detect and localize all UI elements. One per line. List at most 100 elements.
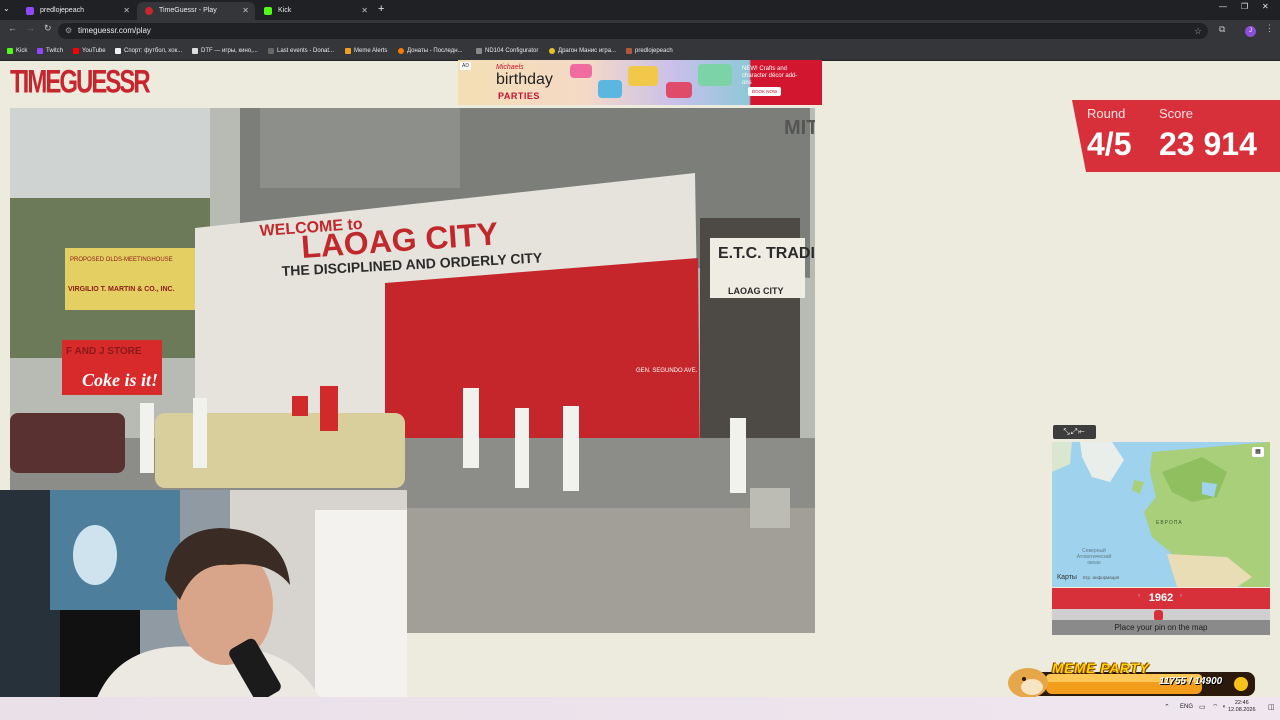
- notifications-icon[interactable]: ◫: [1268, 703, 1275, 711]
- year-display: ‹ 1962 ›: [1052, 588, 1270, 609]
- map-label-ocean: Северный Атлантический океан: [1076, 548, 1112, 566]
- bookmark-donations[interactable]: Донаты - Последн...: [398, 45, 463, 57]
- sign-etc: E.T.C. TRADING: [718, 245, 815, 262]
- score-label: Score: [1159, 106, 1193, 121]
- sign-mit: MIT: [784, 117, 815, 139]
- tray-expand-icon[interactable]: ⌃: [1164, 703, 1170, 711]
- minimize-button[interactable]: —: [1219, 2, 1227, 11]
- clock-date: 12.08.2026: [1228, 707, 1256, 713]
- dtf-icon: [192, 48, 198, 54]
- profile-avatar[interactable]: J: [1245, 26, 1256, 37]
- bookmark-kick[interactable]: Kick: [7, 45, 27, 57]
- ad-product-image: [570, 64, 592, 78]
- address-bar[interactable]: ⚙ timeguessr.com/play ☆: [58, 23, 1208, 39]
- ad-product-image: [598, 80, 622, 98]
- kick-icon: [264, 7, 272, 15]
- taskbar-clock[interactable]: 22:46 12.08.2026: [1228, 700, 1256, 714]
- ad-title: birthday: [496, 71, 553, 88]
- ad-copy: NEW! Crafts and character décor add-ons: [742, 66, 798, 86]
- timeguessr-logo[interactable]: TIMEGUESSR: [10, 66, 151, 98]
- bookmark-sport[interactable]: Спорт: футбол, хок...: [115, 45, 182, 57]
- meme-party-count: 11755 / 14900: [1159, 676, 1223, 687]
- close-icon[interactable]: ✕: [123, 2, 130, 20]
- youtube-icon: [73, 48, 79, 54]
- ad-banner[interactable]: AD Michaels birthday PARTIES NEW! Crafts…: [458, 60, 822, 105]
- sign-street: GEN. SEGUNDO AVE.: [636, 368, 698, 374]
- bookmark-youtube[interactable]: YouTube: [73, 45, 106, 57]
- twitch-icon: [37, 48, 43, 54]
- ad-product-image: [628, 66, 658, 86]
- year-increase-icon[interactable]: ›: [1180, 593, 1182, 599]
- bookmark-nd104[interactable]: ND104 Configurator: [476, 45, 538, 57]
- ad-tag: AD: [460, 62, 471, 70]
- maximize-button[interactable]: ❐: [1241, 2, 1248, 11]
- ad-subtitle: PARTIES: [498, 91, 540, 101]
- sign-coke: Coke is it!: [82, 370, 158, 390]
- monitor-icon[interactable]: ▭: [1199, 703, 1206, 711]
- bookmark-predlojepeach[interactable]: predlojepeach: [626, 45, 673, 57]
- donations-icon: [398, 48, 404, 54]
- map-size-controls[interactable]: ⤡⤢⇤: [1053, 425, 1096, 439]
- tab-kick[interactable]: Kick ✕: [256, 2, 374, 20]
- tab-search-icon[interactable]: ⌄: [3, 4, 10, 13]
- legal-info-link[interactable]: Юр. информация: [1083, 575, 1119, 580]
- map-attribution[interactable]: Карты Юр. информация: [1057, 574, 1119, 581]
- bookmark-dragon[interactable]: Драгон Манис игра...: [549, 45, 616, 57]
- bookmark-meme-alerts[interactable]: Meme Alerts: [345, 45, 387, 57]
- extensions-icon[interactable]: ⧉: [1219, 24, 1225, 35]
- forward-button[interactable]: →: [26, 23, 35, 33]
- dragon-icon: [549, 48, 555, 54]
- score-value: 23 914: [1159, 126, 1257, 162]
- sign-etc-sub: LAOAG CITY: [728, 286, 784, 296]
- folder-icon: [626, 48, 632, 54]
- tab-predlojepeach[interactable]: predlojepeach ✕: [18, 2, 136, 20]
- reload-button[interactable]: ↻: [44, 23, 52, 34]
- clock-time: 22:46: [1234, 700, 1249, 706]
- map-layers-icon[interactable]: ▦: [1252, 447, 1264, 457]
- volume-icon[interactable]: ◖: [1222, 704, 1226, 710]
- bookmark-dtf[interactable]: DTF — игры, кино,...: [192, 45, 258, 57]
- meme-party-title: MEME PARTY: [1052, 660, 1150, 676]
- close-icon[interactable]: ✕: [361, 2, 368, 20]
- expand-icon[interactable]: ⤡: [1063, 427, 1070, 436]
- new-tab-button[interactable]: +: [378, 3, 384, 15]
- sign-martin: VIRGILIO T. MARTIN & CO., INC.: [68, 286, 175, 293]
- sign-store: F AND J STORE: [66, 346, 142, 357]
- taskbar: [0, 697, 1280, 720]
- network-icon[interactable]: ⌔: [1212, 703, 1219, 712]
- kick-icon: [7, 48, 13, 54]
- timeguessr-icon: [145, 7, 153, 15]
- place-pin-button[interactable]: Place your pin on the map: [1052, 620, 1270, 635]
- tab-label: predlojepeach: [40, 7, 84, 14]
- sport-icon: [115, 48, 121, 54]
- meme-alerts-icon: [345, 48, 351, 54]
- bookmark-donation-events[interactable]: Last events - Donat...: [268, 45, 334, 57]
- donation-alerts-icon: [268, 48, 274, 54]
- tab-label: Kick: [278, 7, 292, 14]
- bookmark-twitch[interactable]: Twitch: [37, 45, 63, 57]
- language-indicator[interactable]: ENG: [1180, 704, 1193, 710]
- webcam-feed: [0, 490, 407, 720]
- tab-timeguessr[interactable]: TimeGuessr - Play ✕: [137, 2, 255, 20]
- back-button[interactable]: ←: [8, 23, 17, 33]
- tab-label: TimeGuessr - Play: [159, 7, 217, 14]
- site-info-icon[interactable]: ⚙: [65, 23, 72, 39]
- bookmark-star-icon[interactable]: ☆: [1194, 23, 1202, 39]
- menu-icon[interactable]: ⋮: [1265, 23, 1274, 34]
- close-icon[interactable]: ✕: [242, 2, 249, 20]
- configurator-icon: [476, 48, 482, 54]
- webcam-overlay: [0, 490, 407, 720]
- pin-icon[interactable]: ⇤: [1078, 427, 1085, 436]
- guess-map[interactable]: Северный Атлантический океан ЕВРОПА ▦ Ка…: [1052, 442, 1270, 587]
- ad-brand: Michaels: [496, 64, 524, 71]
- round-value: 4/5: [1087, 126, 1132, 162]
- year-value: 1962: [1148, 592, 1174, 604]
- ad-cta-button[interactable]: BOOK NOW: [748, 87, 782, 96]
- round-label: Round: [1087, 106, 1126, 121]
- url-text: timeguessr.com/play: [78, 26, 151, 35]
- ad-product-image: [698, 64, 732, 86]
- ad-product-image: [666, 82, 692, 98]
- twitch-icon: [26, 7, 34, 15]
- map-label-europe: ЕВРОПА: [1156, 520, 1183, 526]
- close-window-button[interactable]: ✕: [1262, 2, 1269, 11]
